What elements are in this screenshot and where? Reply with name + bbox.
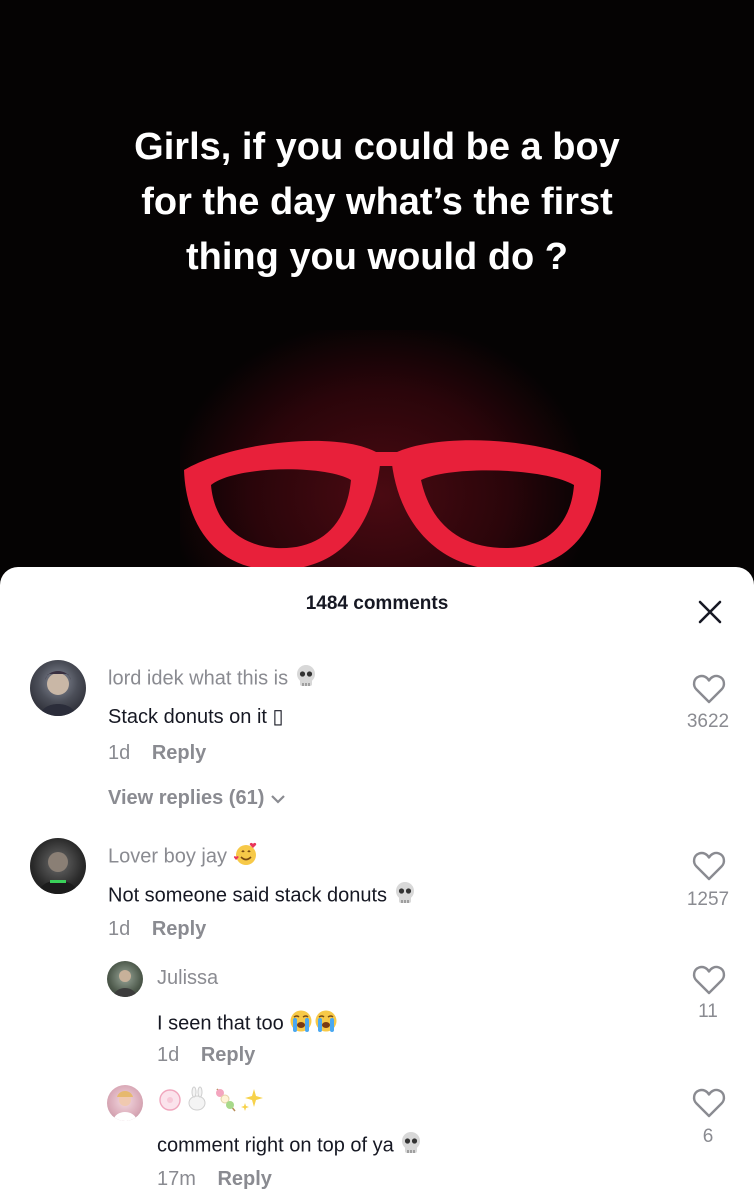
comment-text: Stack donuts on it ▯	[108, 704, 284, 729]
reply-button[interactable]: Reply	[201, 1044, 255, 1066]
video-player[interactable]: Girls, if you could be a boy for the day…	[0, 0, 754, 600]
comment-text: Not someone said stack donuts	[108, 881, 417, 911]
reply-button[interactable]: Reply	[152, 918, 206, 940]
like-count: 3622	[686, 711, 730, 732]
caption-line-1: Girls, if you could be a boy	[134, 126, 620, 168]
like-count: 6	[702, 1126, 714, 1147]
comments-sheet: 1484 comments lord idek what this is Sta…	[0, 567, 754, 1200]
avatar-image	[113, 1091, 137, 1121]
loudly-crying-face-icon	[289, 1008, 339, 1040]
comments-count-title: 1484 comments	[305, 593, 449, 614]
caption-line-3: thing you would do ?	[185, 236, 569, 278]
avatar-image	[40, 671, 76, 716]
smiling-face-with-hearts-icon	[233, 841, 259, 873]
reply-text: I seen that too	[157, 1008, 339, 1040]
reply-meta: 1d Reply	[157, 1044, 255, 1067]
skull-emoji-icon	[294, 664, 318, 694]
reply-time: 17m	[157, 1168, 196, 1190]
comment-username[interactable]: Lover boy jay	[108, 841, 259, 873]
comment-username[interactable]: lord idek what this is	[108, 664, 318, 694]
heart-icon[interactable]	[692, 964, 726, 996]
comment-text-body: Not someone said stack donuts	[108, 884, 388, 907]
avatar[interactable]	[30, 838, 86, 894]
avatar-image	[38, 852, 78, 894]
reply-username[interactable]: Julissa	[157, 967, 218, 990]
video-caption: Girls, if you could be a boy for the day…	[0, 120, 754, 285]
chevron-down-icon	[271, 794, 285, 804]
reply-button[interactable]: Reply	[217, 1168, 271, 1190]
comment-meta: 1d Reply	[108, 742, 206, 765]
username-emoji-icons	[159, 1086, 263, 1112]
reply-text-body: I seen that too	[157, 1012, 284, 1035]
comment-time: 1d	[108, 918, 131, 940]
avatar[interactable]	[30, 660, 86, 716]
like-count: 1257	[686, 889, 730, 910]
avatar[interactable]	[107, 1085, 143, 1121]
reply-meta: 17m Reply	[157, 1168, 272, 1191]
heart-icon[interactable]	[692, 850, 726, 882]
close-icon[interactable]	[695, 597, 725, 627]
view-replies-label: View replies (61)	[108, 787, 265, 809]
skull-emoji-icon	[393, 881, 417, 911]
skull-emoji-icon	[399, 1131, 423, 1161]
comment-username-text: Lover boy jay	[108, 845, 227, 868]
comment-username-text: lord idek what this is	[108, 667, 289, 690]
view-replies-button[interactable]: View replies (61)	[108, 787, 286, 810]
reply-text: comment right on top of ya	[157, 1131, 423, 1161]
like-count: 11	[698, 1001, 718, 1022]
reply-button[interactable]: Reply	[152, 742, 206, 764]
comment-text-body: Stack donuts on it	[108, 706, 267, 728]
heart-icon[interactable]	[692, 1087, 726, 1119]
red-glasses-image	[184, 440, 601, 570]
avatar-image	[113, 970, 137, 997]
avatar[interactable]	[107, 961, 143, 997]
reply-time: 1d	[157, 1044, 180, 1066]
reply-username-emojis[interactable]	[157, 1085, 267, 1121]
unknown-glyph: ▯	[272, 706, 284, 728]
comment-meta: 1d Reply	[108, 918, 206, 941]
comment-time: 1d	[108, 742, 131, 764]
caption-line-2: for the day what’s the first	[141, 181, 613, 223]
heart-icon[interactable]	[692, 673, 726, 705]
reply-text-body: comment right on top of ya	[157, 1134, 394, 1157]
